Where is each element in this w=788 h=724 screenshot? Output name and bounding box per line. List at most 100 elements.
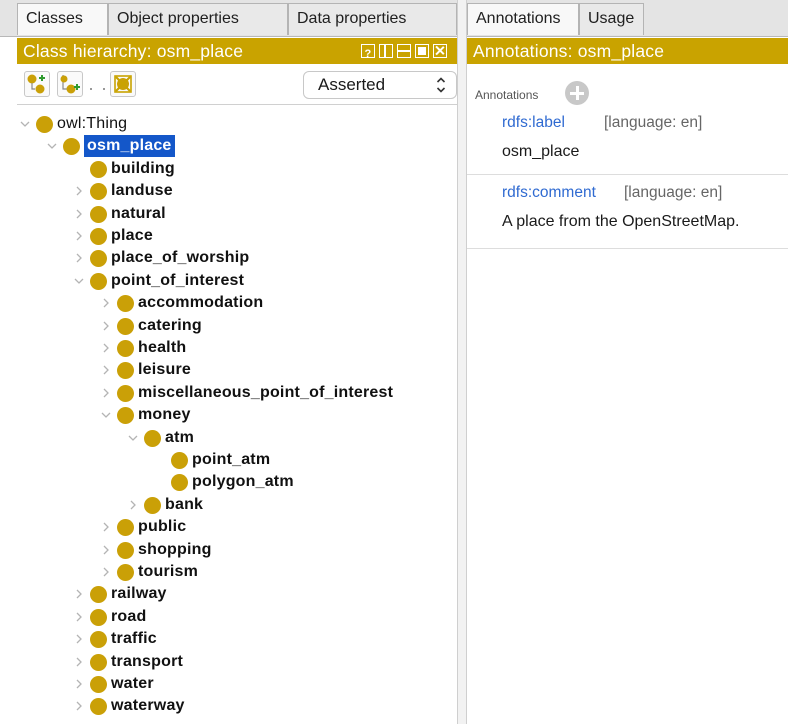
chevron-right-icon[interactable] bbox=[72, 673, 86, 695]
annotation-property[interactable]: rdfs:comment bbox=[502, 184, 596, 202]
tree-node-label: tourism bbox=[138, 563, 199, 580]
add-sibling-class-button[interactable] bbox=[57, 71, 83, 97]
toolbar-separator bbox=[103, 88, 105, 90]
tree-node[interactable]: shopping bbox=[17, 539, 457, 561]
class-icon bbox=[117, 340, 134, 357]
panel-splitter[interactable] bbox=[457, 0, 467, 724]
chevron-right-icon[interactable] bbox=[99, 516, 113, 538]
tree-node-label: point_of_interest bbox=[111, 271, 245, 289]
tree-node-label: shopping bbox=[138, 540, 212, 558]
class-icon bbox=[171, 474, 188, 492]
chevron-right-icon[interactable] bbox=[72, 606, 86, 628]
chevron-down-icon[interactable] bbox=[18, 113, 32, 135]
chevron-right-icon[interactable] bbox=[99, 292, 113, 314]
hierarchy-mode-select[interactable]: Asserted bbox=[303, 71, 457, 99]
left-tab-bar: Classes Object properties Data propertie… bbox=[0, 0, 457, 37]
tree-node[interactable]: bank bbox=[17, 494, 457, 516]
add-sibling-class-icon bbox=[60, 75, 80, 94]
chevron-right-icon[interactable] bbox=[99, 315, 113, 337]
annotation-property[interactable]: rdfs:label bbox=[502, 114, 565, 132]
chevron-right-icon[interactable] bbox=[99, 337, 113, 359]
tree-node[interactable]: public bbox=[17, 516, 457, 538]
annotation-divider bbox=[467, 248, 788, 249]
tree-node[interactable]: waterway bbox=[17, 695, 457, 717]
close-icon[interactable] bbox=[433, 44, 447, 58]
help-icon[interactable] bbox=[361, 41, 375, 67]
chevron-right-icon[interactable] bbox=[72, 583, 86, 605]
chevron-down-icon[interactable] bbox=[45, 135, 59, 157]
class-tree[interactable]: owl:Thing osm_place building landuse natural… bbox=[17, 105, 457, 724]
class-icon bbox=[90, 586, 107, 604]
split-vertical-icon[interactable] bbox=[379, 44, 393, 58]
annotation-value: A place from the OpenStreetMap. bbox=[502, 213, 740, 230]
tree-node[interactable]: point_of_interest bbox=[17, 270, 457, 292]
class-icon bbox=[90, 653, 107, 671]
chevron-right-icon[interactable] bbox=[99, 359, 113, 381]
tab-annotations[interactable]: Annotations bbox=[467, 3, 579, 35]
chevron-right-icon[interactable] bbox=[99, 539, 113, 561]
tree-node-label: road bbox=[111, 607, 147, 625]
tree-node[interactable]: leisure bbox=[17, 359, 457, 381]
tree-node[interactable]: catering bbox=[17, 315, 457, 337]
tree-node-label: traffic bbox=[111, 630, 157, 648]
tree-node[interactable]: point_atm bbox=[17, 449, 457, 471]
tree-node-label: polygon_atm bbox=[192, 473, 294, 491]
tree-node[interactable]: landuse bbox=[17, 180, 457, 202]
tree-node[interactable]: transport bbox=[17, 651, 457, 673]
tree-node[interactable]: health bbox=[17, 337, 457, 359]
tree-node[interactable]: tourism bbox=[17, 561, 457, 583]
tree-node[interactable]: place bbox=[17, 225, 457, 247]
chevron-down-icon[interactable] bbox=[126, 427, 140, 449]
chevron-down-icon[interactable] bbox=[99, 404, 113, 426]
chevron-right-icon[interactable] bbox=[72, 651, 86, 673]
tree-node-label: railway bbox=[111, 585, 167, 603]
chevron-right-icon[interactable] bbox=[72, 180, 86, 202]
tree-node[interactable]: miscellaneous_point_of_interest bbox=[17, 382, 457, 404]
class-icon bbox=[90, 631, 107, 649]
add-subclass-button[interactable] bbox=[24, 71, 50, 97]
tree-node[interactable]: owl:Thing bbox=[17, 113, 457, 135]
tab-data-properties[interactable]: Data properties bbox=[288, 3, 457, 35]
class-icon bbox=[117, 519, 134, 537]
tree-node[interactable]: osm_place bbox=[17, 135, 457, 158]
tree-node-label: waterway bbox=[111, 697, 185, 715]
delete-class-icon bbox=[114, 75, 132, 93]
chevron-right-icon[interactable] bbox=[99, 561, 113, 583]
tree-node[interactable]: place_of_worship bbox=[17, 247, 457, 269]
tree-node[interactable]: railway bbox=[17, 583, 457, 605]
chevron-right-icon[interactable] bbox=[72, 247, 86, 269]
annotations-section-header: Annotations bbox=[475, 88, 539, 102]
chevron-right-icon[interactable] bbox=[72, 203, 86, 225]
tab-object-properties[interactable]: Object properties bbox=[108, 3, 288, 35]
chevron-right-icon[interactable] bbox=[72, 225, 86, 247]
tree-node[interactable]: water bbox=[17, 673, 457, 695]
chevron-right-icon[interactable] bbox=[126, 494, 140, 516]
maximize-icon[interactable] bbox=[415, 44, 429, 58]
tab-classes[interactable]: Classes bbox=[17, 3, 108, 35]
tree-node[interactable]: accommodation bbox=[17, 292, 457, 314]
tree-node-label: leisure bbox=[138, 361, 191, 379]
tree-node[interactable]: traffic bbox=[17, 628, 457, 650]
tree-node[interactable]: atm bbox=[17, 427, 457, 449]
tree-node[interactable]: natural bbox=[17, 203, 457, 225]
chevron-right-icon[interactable] bbox=[72, 628, 86, 650]
tree-node-label: osm_place bbox=[84, 135, 175, 158]
chevron-right-icon[interactable] bbox=[72, 695, 86, 717]
tree-node-label: building bbox=[111, 159, 175, 177]
tree-node[interactable]: polygon_atm bbox=[17, 471, 457, 493]
chevron-down-icon[interactable] bbox=[72, 270, 86, 292]
delete-class-button[interactable] bbox=[110, 71, 136, 97]
class-icon bbox=[90, 205, 107, 223]
tree-node[interactable]: money bbox=[17, 404, 457, 426]
tree-node-label: point_atm bbox=[192, 451, 271, 468]
tree-node[interactable]: building bbox=[17, 158, 457, 180]
tree-node[interactable]: road bbox=[17, 606, 457, 628]
chevron-right-icon[interactable] bbox=[99, 382, 113, 404]
tree-node-label: miscellaneous_point_of_interest bbox=[138, 383, 394, 401]
tab-usage[interactable]: Usage bbox=[579, 3, 644, 35]
tree-node-label: landuse bbox=[111, 182, 173, 200]
add-annotation-icon[interactable] bbox=[565, 81, 589, 105]
hierarchy-mode-value: Asserted bbox=[318, 75, 386, 94]
split-horizontal-icon[interactable] bbox=[397, 44, 411, 58]
class-icon bbox=[117, 407, 134, 425]
